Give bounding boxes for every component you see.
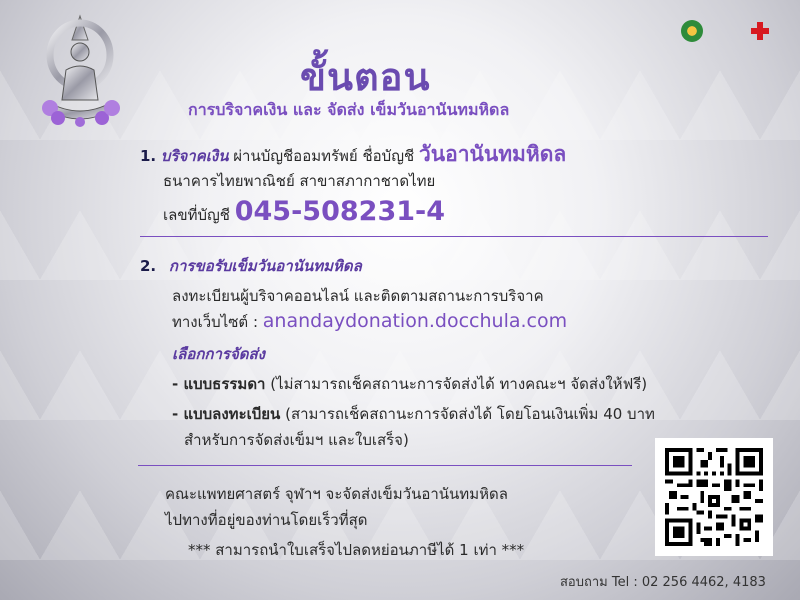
step1-bank: ธนาคารไทยพาณิชย์ สาขาสภากาชาดไทย xyxy=(163,172,436,190)
step2-number: 2. xyxy=(140,257,157,275)
option2-desc: (สามารถเช็คสถานะการจัดส่งได้ โดยโอนเงินเ… xyxy=(285,405,655,423)
shipping-option-registered: - แบบลงทะเบียน (สามารถเช็คสถานะการจัดส่ง… xyxy=(172,402,655,426)
step1-account-name: วันอานันทมหิดล xyxy=(418,142,567,166)
option2-desc2: สำหรับการจัดส่งเข็มฯ และใบเสร็จ) xyxy=(184,431,409,449)
step2-website-link[interactable]: anandaydonation.docchula.com xyxy=(263,310,567,332)
footer-line1: คณะแพทยศาสตร์ จุฬาฯ จะจัดส่งเข็มวันอานัน… xyxy=(165,485,508,503)
faculty-seal-icon xyxy=(681,20,703,42)
ananda-emblem-icon xyxy=(42,14,120,127)
step2-website-label: ทางเว็บไซต์ : xyxy=(172,313,258,331)
footer-line2: ไปทางที่อยู่ของท่านโดยเร็วที่สุด xyxy=(165,511,368,529)
footer-note: *** สามารถนำใบเสร็จไปลดหย่อนภาษีได้ 1 เท… xyxy=(188,541,525,559)
step1-account-no: 045-508231-4 xyxy=(234,196,446,227)
step1-account-line: เลขที่บัญชี 045-508231-4 xyxy=(163,196,445,227)
step2-line-heading: 2. การขอรับเข็มวันอานันทมหิดล xyxy=(140,254,362,278)
faculty-logo xyxy=(668,20,716,45)
redcross-logo xyxy=(732,20,788,45)
step1-line1: 1. บริจาคเงิน ผ่านบัญชีออมทรัพย์ ชื่อบัญ… xyxy=(140,138,566,171)
divider-1 xyxy=(140,236,768,237)
step1-account-no-label: เลขที่บัญชี xyxy=(163,206,230,224)
contact-phone: สอบถาม Tel : 02 256 4462, 4183 xyxy=(560,575,766,590)
shipping-option-normal: - แบบธรรมดา (ไม่สามารถเช็คสถานะการจัดส่ง… xyxy=(172,372,647,396)
qr-code-icon xyxy=(665,448,763,546)
qr-code[interactable] xyxy=(655,438,773,556)
divider-2 xyxy=(138,465,632,466)
option1-desc: (ไม่สามารถเช็คสถานะการจัดส่งได้ ทางคณะฯ … xyxy=(270,375,648,393)
shipping-heading: เลือกการจัดส่ง xyxy=(172,345,265,363)
step1-number: 1. xyxy=(140,147,157,165)
option2-label: - แบบลงทะเบียน xyxy=(172,405,281,423)
option1-label: - แบบธรรมดา xyxy=(172,375,266,393)
red-cross-icon xyxy=(749,20,771,42)
step2-line1: ลงทะเบียนผู้บริจาคออนไลน์ และติดตามสถานะ… xyxy=(172,287,544,305)
step1-account-prefix: ผ่านบัญชีออมทรัพย์ ชื่อบัญชี xyxy=(233,147,415,165)
step1-heading: บริจาคเงิน xyxy=(160,147,229,165)
page-subtitle: การบริจาคเงิน และ จัดส่ง เข็มวันอานันทมห… xyxy=(188,100,510,119)
step2-website-line: ทางเว็บไซต์ : anandaydonation.docchula.c… xyxy=(172,310,567,334)
step2-heading: การขอรับเข็มวันอานันทมหิดล xyxy=(168,257,362,275)
